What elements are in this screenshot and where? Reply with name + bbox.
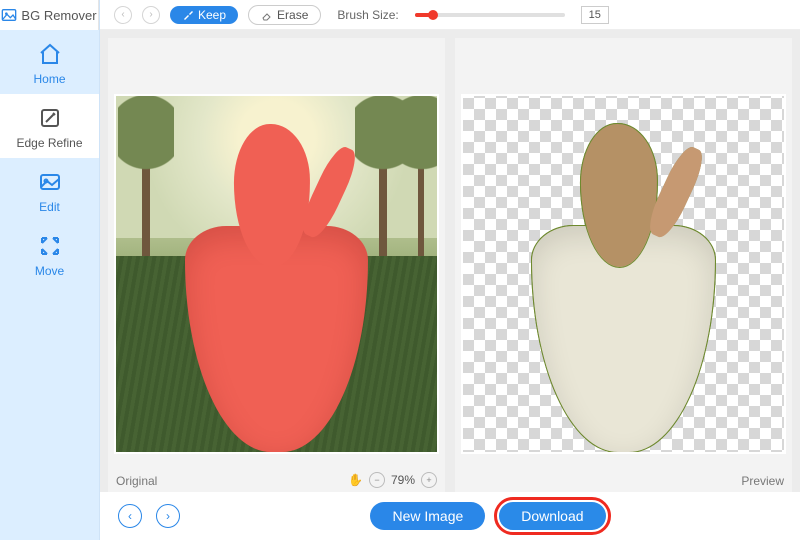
sidebar: BG Remover Home Edge Refine Edit Move	[0, 0, 100, 540]
panel-original: Original ✋ − 79% +	[108, 38, 445, 492]
edit-icon	[38, 170, 62, 194]
brush-size-label: Brush Size:	[337, 8, 398, 22]
sidebar-item-label: Edit	[39, 200, 60, 214]
home-icon	[38, 42, 62, 66]
zoom-in-button[interactable]: +	[421, 472, 437, 488]
panel-preview: Preview	[455, 38, 792, 492]
preview-image[interactable]	[461, 94, 786, 454]
sidebar-item-edge-refine[interactable]: Edge Refine	[0, 94, 99, 158]
new-image-button[interactable]: New Image	[370, 502, 485, 530]
redo-button[interactable]: ›	[142, 6, 160, 24]
preview-caption: Preview	[741, 474, 784, 488]
pan-hand-icon[interactable]: ✋	[348, 473, 363, 487]
erase-button[interactable]: Erase	[248, 5, 321, 25]
zoom-controls: ✋ − 79% +	[348, 472, 437, 488]
zoom-value: 79%	[391, 473, 415, 487]
sidebar-item-move[interactable]: Move	[0, 222, 99, 286]
sidebar-item-label: Edge Refine	[16, 136, 82, 150]
app-root: BG Remover Home Edge Refine Edit Move ‹ …	[0, 0, 800, 540]
subject-cutout	[518, 110, 730, 452]
brush-icon	[182, 9, 194, 21]
subject-masked	[171, 110, 383, 452]
brush-size-slider[interactable]	[415, 13, 565, 17]
toolbar: ‹ › Keep Erase Brush Size: 15	[100, 0, 800, 30]
slider-thumb[interactable]	[428, 10, 438, 20]
original-caption: Original	[116, 474, 157, 488]
sidebar-item-label: Move	[35, 264, 64, 278]
app-title: BG Remover	[21, 8, 96, 23]
original-image[interactable]	[114, 94, 439, 454]
app-logo: BG Remover	[0, 0, 99, 30]
edge-refine-icon	[38, 106, 62, 130]
download-button[interactable]: Download	[499, 502, 605, 530]
app-logo-icon	[1, 7, 17, 23]
eraser-icon	[261, 9, 273, 21]
move-icon	[38, 234, 62, 258]
sidebar-item-label: Home	[33, 72, 65, 86]
new-image-label: New Image	[392, 508, 463, 524]
next-image-button[interactable]: ›	[156, 504, 180, 528]
undo-button[interactable]: ‹	[114, 6, 132, 24]
prev-image-button[interactable]: ‹	[118, 504, 142, 528]
panels: Original ✋ − 79% +	[108, 38, 792, 492]
erase-label: Erase	[277, 8, 308, 22]
canvas-area: Original ✋ − 79% +	[100, 30, 800, 492]
original-scene	[116, 96, 437, 452]
keep-button[interactable]: Keep	[170, 6, 238, 24]
keep-label: Keep	[198, 8, 226, 22]
brush-size-value[interactable]: 15	[581, 6, 609, 24]
download-label: Download	[521, 508, 583, 524]
sidebar-item-edit[interactable]: Edit	[0, 158, 99, 222]
bottom-bar: ‹ › New Image Download	[100, 492, 800, 540]
sidebar-item-home[interactable]: Home	[0, 30, 99, 94]
main-area: ‹ › Keep Erase Brush Size: 15	[100, 0, 800, 540]
zoom-out-button[interactable]: −	[369, 472, 385, 488]
